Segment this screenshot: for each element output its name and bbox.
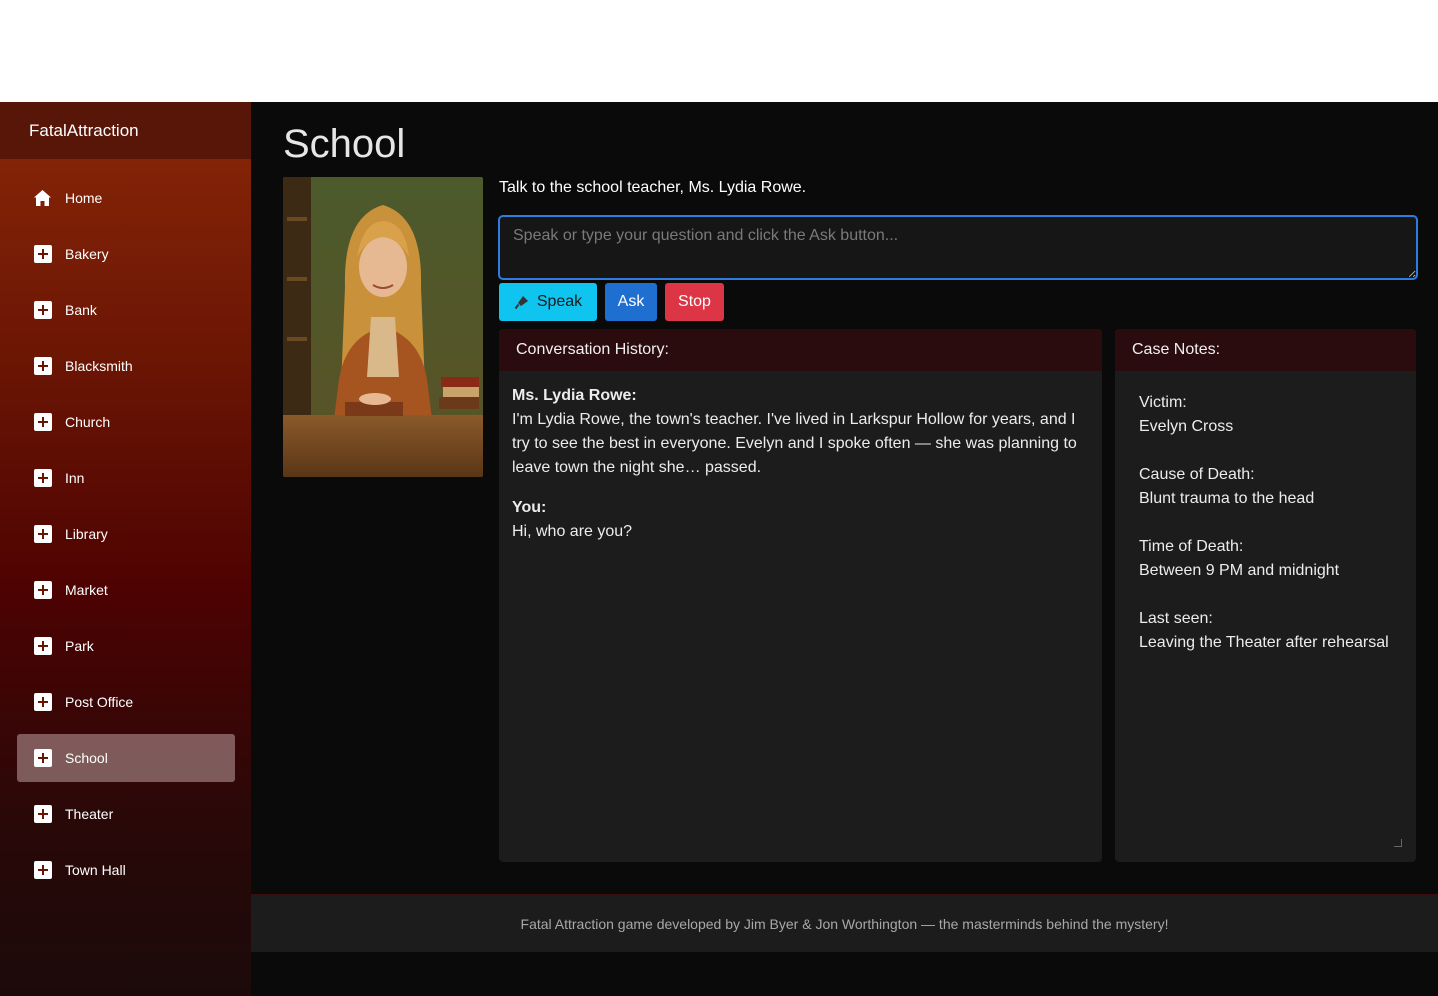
case-note-label: Cause of Death: [1139,466,1255,483]
sidebar-item-label: Home [65,190,103,206]
sidebar-nav: Home Bakery Bank Blacksmith Church Inn L… [0,159,251,894]
case-note-value: Evelyn Cross [1139,418,1234,435]
case-note-value: Leaving the Theater after rehearsal [1139,634,1389,651]
sidebar-item-blacksmith[interactable]: Blacksmith [17,342,235,390]
ask-button[interactable]: Ask [605,283,657,321]
message-text: I'm Lydia Rowe, the town's teacher. I've… [512,411,1077,476]
case-note: Victim: Evelyn Cross [1139,391,1392,439]
case-note: Last seen: Leaving the Theater after reh… [1139,607,1392,655]
conversation-heading: Conversation History: [499,329,1102,371]
speak-button[interactable]: Speak [499,283,597,321]
sidebar-item-park[interactable]: Park [17,622,235,670]
case-note-label: Last seen: [1139,610,1213,627]
plus-square-icon [33,581,52,600]
sidebar-item-label: Bank [65,302,97,318]
plus-square-icon [33,861,52,880]
sidebar-item-label: Church [65,414,111,430]
conversation-history: Ms. Lydia Rowe: I'm Lydia Rowe, the town… [499,371,1102,573]
plus-square-icon [33,749,52,768]
conversation-panel: Conversation History: Ms. Lydia Rowe: I'… [499,329,1102,862]
stop-button[interactable]: Stop [665,283,724,321]
question-input[interactable] [498,215,1418,280]
app-window: FatalAttraction Home Bakery Bank Blacksm… [0,102,1438,996]
plus-square-icon [33,637,52,656]
sidebar-item-bakery[interactable]: Bakery [17,230,235,278]
plus-square-icon [33,693,52,712]
sidebar-item-label: Inn [65,470,85,486]
case-notes-heading: Case Notes: [1115,329,1416,371]
case-note-label: Victim: [1139,394,1187,411]
plus-square-icon [33,525,52,544]
plus-square-icon [33,469,52,488]
speak-button-label: Speak [536,293,583,310]
case-notes-field[interactable]: Victim: Evelyn Cross Cause of Death: Blu… [1127,381,1404,849]
sidebar-item-label: Bakery [65,246,109,262]
sidebar-item-library[interactable]: Library [17,510,235,558]
sidebar-item-label: Library [65,526,108,542]
case-note-value: Blunt trauma to the head [1139,490,1315,507]
home-icon [33,189,52,208]
plus-square-icon [33,357,52,376]
plus-square-icon [33,301,52,320]
main-content: School Talk to the school teacher, Ms. L… [251,102,1438,996]
sidebar-item-label: Post Office [65,694,134,710]
page-title: School [283,122,406,166]
case-notes-panel: Case Notes: Victim: Evelyn Cross Cause o… [1115,329,1416,862]
case-note: Time of Death: Between 9 PM and midnight [1139,535,1392,583]
sidebar-item-post-office[interactable]: Post Office [17,678,235,726]
sidebar-item-theater[interactable]: Theater [17,790,235,838]
microphone-icon [514,294,530,310]
case-note: Cause of Death: Blunt trauma to the head [1139,463,1392,511]
plus-square-icon [33,245,52,264]
sidebar-item-church[interactable]: Church [17,398,235,446]
plus-square-icon [33,413,52,432]
sidebar-item-market[interactable]: Market [17,566,235,614]
footer: Fatal Attraction game developed by Jim B… [251,894,1438,952]
sidebar-item-label: Town Hall [65,862,126,878]
sidebar-item-home[interactable]: Home [17,174,235,222]
sidebar-item-label: Market [65,582,108,598]
teacher-portrait [283,177,483,477]
list-item: Ms. Lydia Rowe: I'm Lydia Rowe, the town… [512,384,1089,480]
sidebar: FatalAttraction Home Bakery Bank Blacksm… [0,102,251,996]
message-speaker: You: [512,499,547,516]
case-note-value: Between 9 PM and midnight [1139,562,1340,579]
sidebar-item-label: School [65,750,108,766]
resize-handle-icon[interactable] [1394,839,1402,847]
sidebar-item-label: Blacksmith [65,358,133,374]
sidebar-item-school[interactable]: School [17,734,235,782]
sidebar-item-bank[interactable]: Bank [17,286,235,334]
sidebar-item-inn[interactable]: Inn [17,454,235,502]
brand-logo[interactable]: FatalAttraction [0,102,251,159]
intro-text: Talk to the school teacher, Ms. Lydia Ro… [499,179,807,196]
message-speaker: Ms. Lydia Rowe: [512,387,637,404]
sidebar-item-town-hall[interactable]: Town Hall [17,846,235,894]
sidebar-item-label: Park [65,638,94,654]
case-note-label: Time of Death: [1139,538,1244,555]
plus-square-icon [33,805,52,824]
list-item: You: Hi, who are you? [512,496,1089,544]
sidebar-item-label: Theater [65,806,114,822]
message-text: Hi, who are you? [512,523,633,540]
